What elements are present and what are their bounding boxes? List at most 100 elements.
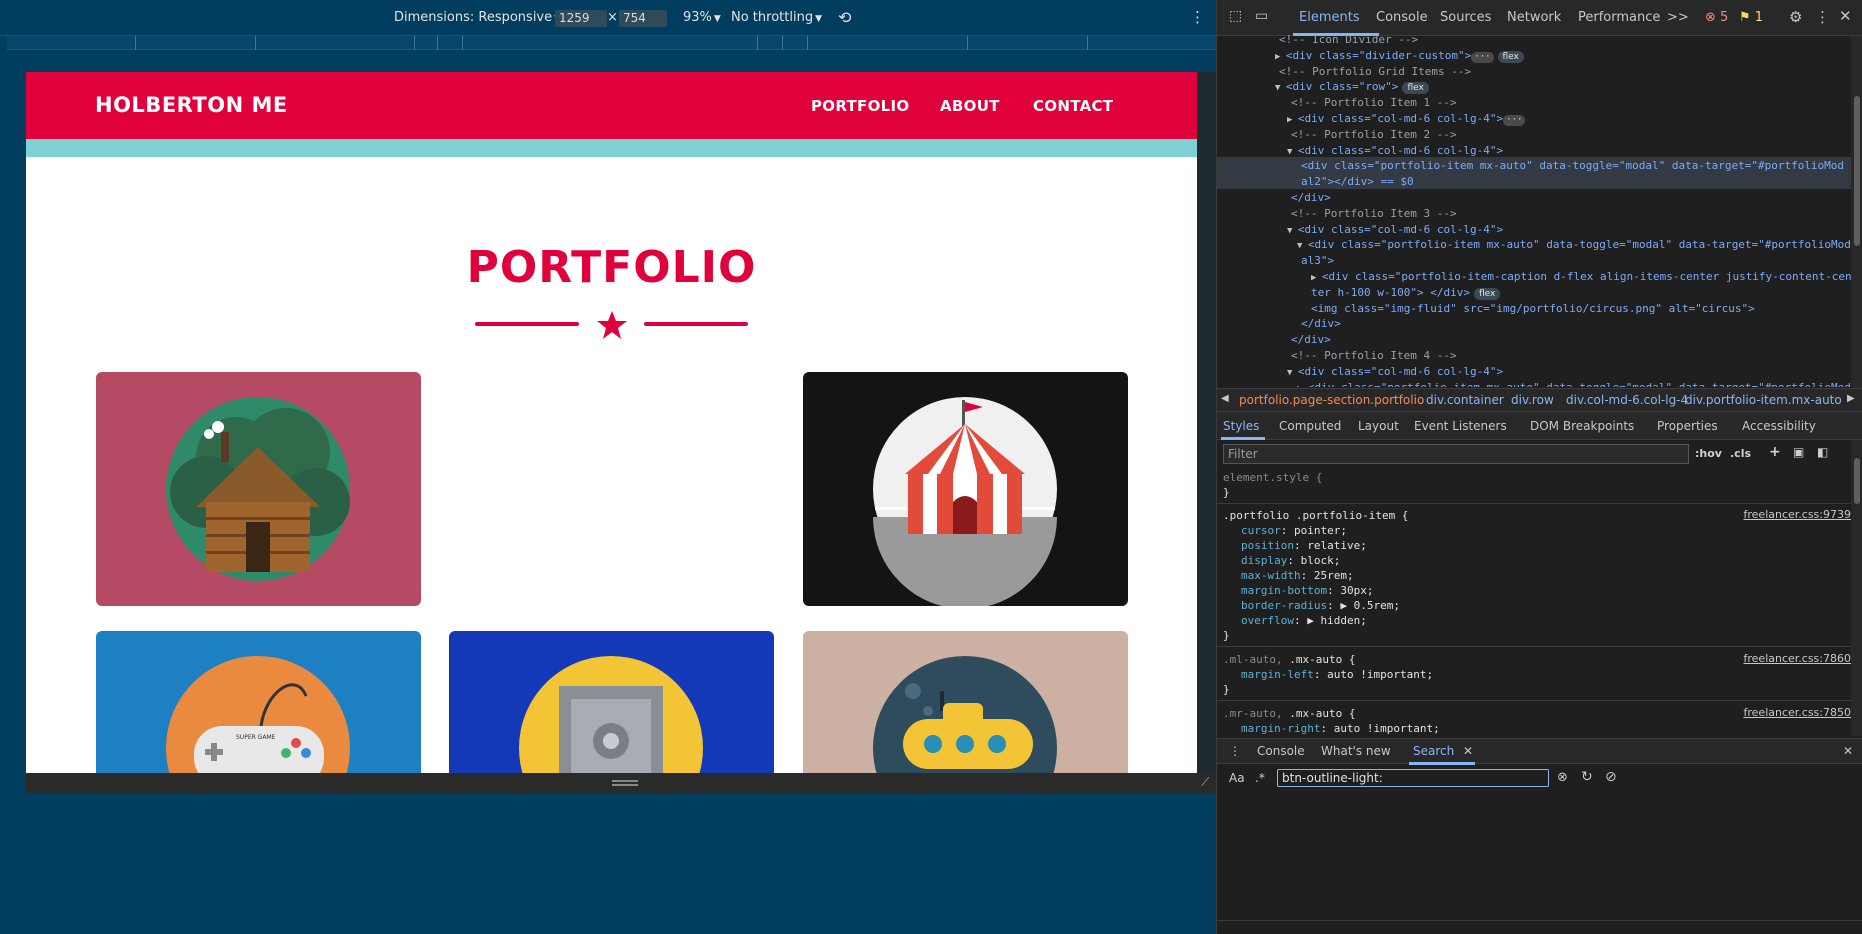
ellipsis-badge[interactable]: ··· [1471, 51, 1494, 63]
expand-arrow-icon[interactable]: ▶ [1311, 273, 1322, 283]
css-property[interactable]: border-radius: ▶ 0.5rem; [1241, 598, 1400, 613]
dom-line[interactable]: <img class="img-fluid" src="img/portfoli… [1311, 301, 1755, 317]
ellipsis-badge[interactable]: ··· [1503, 115, 1526, 126]
regex-toggle[interactable]: .* [1255, 771, 1265, 785]
warning-count[interactable]: ⚑ 1 [1739, 10, 1763, 25]
css-property[interactable]: margin-right: auto !important; [1241, 721, 1440, 736]
collapse-arrow-icon[interactable]: ▼ [1275, 83, 1286, 93]
crumb-left-arrow-icon[interactable]: ◀ [1221, 393, 1229, 404]
tab-event-listeners[interactable]: Event Listeners [1414, 419, 1507, 433]
drawer-tab-console[interactable]: Console [1257, 744, 1305, 758]
drawer-menu-icon[interactable]: ⋮ [1229, 744, 1241, 758]
portfolio-item-game[interactable]: SUPER GAME [96, 631, 421, 773]
styles-filter-input[interactable]: Filter [1223, 444, 1689, 464]
breadcrumb-item[interactable]: portfolio.page-section.portfolio [1239, 393, 1424, 407]
height-input[interactable]: 754 [619, 10, 667, 27]
tab-styles[interactable]: Styles [1223, 419, 1259, 433]
dom-line[interactable]: <!-- Portfolio Item 2 --> [1291, 127, 1457, 143]
add-rule-icon[interactable]: + [1769, 444, 1781, 460]
dom-line[interactable]: <div class="portfolio-item mx-auto" data… [1301, 158, 1844, 174]
dom-line[interactable]: </div> [1291, 190, 1331, 206]
rule-source-link[interactable]: freelancer.css:7860 [1744, 652, 1852, 665]
dom-line[interactable]: </div> [1291, 332, 1331, 348]
breadcrumb-item[interactable]: div.col-md-6.col-lg-4 [1566, 393, 1688, 407]
resize-grip[interactable] [612, 780, 638, 782]
dom-line[interactable]: <!-- Portfolio Item 1 --> [1291, 95, 1457, 111]
devtools-menu-icon[interactable]: ⋮ [1815, 8, 1830, 26]
rule-source-link[interactable]: freelancer.css:7850 [1744, 706, 1852, 719]
device-toggle-icon[interactable]: ▭ [1255, 8, 1268, 24]
more-options-icon[interactable]: ⋮ [1190, 8, 1205, 26]
dom-line[interactable]: ▼ <div class="col-md-6 col-lg-4"> [1287, 143, 1503, 160]
inspect-icon[interactable]: ⬚ [1229, 8, 1242, 24]
clear-search-icon[interactable]: ⊗ [1557, 770, 1568, 785]
paint-icon[interactable]: ▣ [1793, 445, 1804, 459]
dom-line[interactable]: ▼ <div class="row"> flex [1275, 79, 1429, 96]
nav-link-about[interactable]: ABOUT [940, 97, 1000, 115]
collapse-arrow-icon[interactable]: ▼ [1287, 147, 1298, 157]
width-input[interactable]: 1259 [555, 10, 607, 27]
dom-line[interactable]: <!-- Icon Divider --> [1279, 32, 1418, 48]
tab-layout[interactable]: Layout [1358, 419, 1399, 433]
tab-sources[interactable]: Sources [1440, 10, 1491, 25]
match-case-toggle[interactable]: Aa [1229, 771, 1245, 785]
flex-badge[interactable]: flex [1497, 50, 1524, 63]
dom-line[interactable]: ▼ <div class="portfolio-item mx-auto" da… [1297, 237, 1851, 254]
collapse-arrow-icon[interactable]: ▼ [1287, 226, 1298, 236]
zoom-dropdown[interactable]: 93% ▼ [683, 10, 721, 25]
portfolio-item-circus[interactable] [803, 372, 1128, 606]
css-property[interactable]: position: relative; [1241, 538, 1367, 553]
dom-line[interactable]: ▶ <div class="divider-custom"> ··· flex [1275, 48, 1524, 65]
sidebar-toggle-icon[interactable]: ◧ [1817, 445, 1828, 459]
collapse-arrow-icon[interactable]: ▼ [1287, 368, 1298, 378]
css-property[interactable]: cursor: pointer; [1241, 523, 1347, 538]
breadcrumb-item[interactable]: div.portfolio-item.mx-auto [1685, 393, 1842, 407]
portfolio-item-submarine[interactable] [803, 631, 1128, 773]
dom-line[interactable]: ter h-100 w-100"> </div> flex [1311, 285, 1501, 301]
css-property[interactable]: margin-bottom: 30px; [1241, 583, 1373, 598]
dimensions-dropdown[interactable]: Dimensions: Responsive▼ [394, 10, 561, 25]
close-devtools-icon[interactable]: ✕ [1839, 7, 1852, 25]
dom-line[interactable]: <!-- Portfolio Grid Items --> [1279, 64, 1471, 80]
tab-console[interactable]: Console [1376, 10, 1428, 25]
expand-arrow-icon[interactable]: ▶ [1275, 52, 1286, 62]
expand-arrow-icon[interactable]: ▶ [1287, 115, 1298, 125]
breadcrumb-item[interactable]: div.row [1511, 393, 1554, 407]
dom-line[interactable]: ▶ <div class="col-md-6 col-lg-4"> ··· [1287, 111, 1526, 128]
tab-performance[interactable]: Performance [1578, 10, 1660, 25]
portfolio-item-safe[interactable] [449, 631, 774, 773]
dom-line[interactable]: ▼ <div class="col-md-6 col-lg-4"> [1287, 222, 1503, 239]
refresh-icon[interactable]: ↻ [1581, 769, 1593, 785]
dom-line[interactable]: </div> [1301, 316, 1341, 332]
dom-line[interactable]: al2"></div> == $0 [1301, 174, 1414, 190]
dom-tree-scrollbar[interactable] [1851, 36, 1862, 388]
css-property[interactable]: max-width: 25rem; [1241, 568, 1354, 583]
tab-dom-breakpoints[interactable]: DOM Breakpoints [1530, 419, 1634, 433]
hov-toggle[interactable]: :hov [1695, 447, 1722, 460]
drawer-tab-whats-new[interactable]: What's new [1321, 744, 1391, 758]
error-count[interactable]: ⊗ 5 [1705, 10, 1728, 25]
portfolio-item-cabin[interactable] [96, 372, 421, 606]
expand-arrow-icon[interactable]: ▶ [1297, 384, 1308, 387]
drawer-tab-search[interactable]: Search [1413, 744, 1454, 758]
css-property[interactable]: margin-left: auto !important; [1241, 667, 1433, 682]
cls-toggle[interactable]: .cls [1730, 447, 1751, 460]
tab-accessibility[interactable]: Accessibility [1742, 419, 1816, 433]
flex-badge[interactable]: flex [1402, 82, 1429, 95]
more-tabs-icon[interactable]: >> [1667, 10, 1689, 25]
dom-line[interactable]: <!-- Portfolio Item 3 --> [1291, 206, 1457, 222]
css-property[interactable]: overflow: ▶ hidden; [1241, 613, 1367, 628]
rule-source-link[interactable]: freelancer.css:9739 [1744, 508, 1852, 521]
tab-network[interactable]: Network [1507, 10, 1561, 25]
nav-link-contact[interactable]: CONTACT [1033, 97, 1113, 115]
search-input[interactable]: btn-outline-light: [1277, 769, 1549, 787]
cancel-search-icon[interactable]: ⊘ [1605, 769, 1617, 785]
breadcrumb-item[interactable]: div.container [1426, 393, 1504, 407]
tab-computed[interactable]: Computed [1279, 419, 1341, 433]
rotate-icon[interactable]: ⟲ [838, 8, 851, 27]
dom-line[interactable]: <!-- Portfolio Item 4 --> [1291, 348, 1457, 364]
collapse-arrow-icon[interactable]: ▼ [1297, 241, 1308, 251]
styles-scrollbar[interactable] [1851, 440, 1862, 736]
dom-line[interactable]: ▼ <div class="col-md-6 col-lg-4"> [1287, 364, 1503, 381]
settings-gear-icon[interactable]: ⚙ [1789, 8, 1802, 26]
